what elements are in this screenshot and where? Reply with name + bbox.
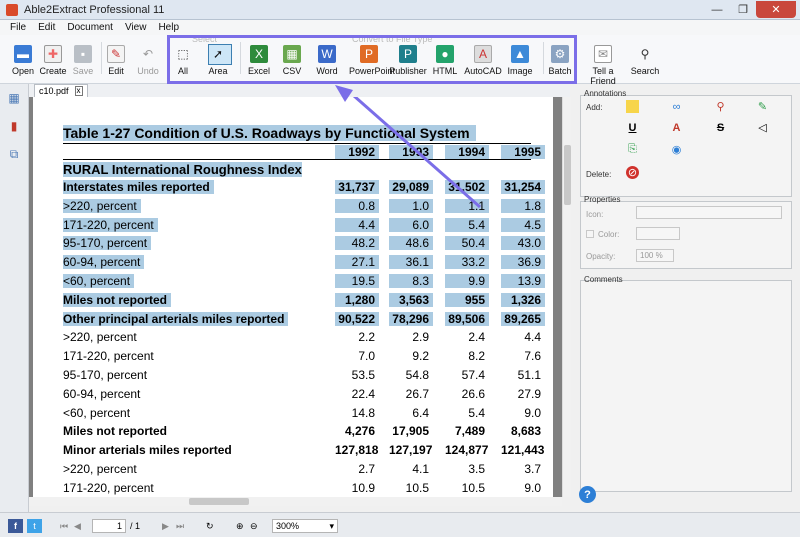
binoculars-icon: ⚲	[640, 47, 650, 61]
first-page-icon[interactable]: ⏮	[60, 519, 68, 533]
window-title: Able2Extract Professional 11	[24, 3, 165, 16]
page-number-input[interactable]: 1	[92, 519, 126, 533]
page-total: / 1	[130, 521, 141, 531]
search-button[interactable]: ⚲ Search	[625, 45, 665, 76]
delete-icon[interactable]: ⊘	[626, 166, 639, 179]
next-page-icon[interactable]: ▶	[162, 519, 169, 533]
zoom-out-icon[interactable]: ⊖	[250, 519, 258, 533]
document-tab[interactable]: c10.pdf x	[34, 84, 88, 97]
vertical-scrollbar[interactable]	[562, 97, 571, 497]
color-label: Color:	[598, 230, 620, 239]
menu-bar: File Edit Document View Help	[0, 20, 800, 35]
tell-a-friend-button[interactable]: ✉ Tell a Friend	[580, 45, 626, 86]
menu-document[interactable]: Document	[61, 22, 119, 33]
scroll-thumb[interactable]	[189, 498, 249, 505]
menu-view[interactable]: View	[119, 22, 153, 33]
folder-icon: ▬	[14, 45, 32, 63]
app-icon	[6, 3, 18, 16]
icon-label: Icon:	[586, 210, 604, 219]
prev-page-icon[interactable]: ◀	[74, 519, 81, 533]
thumbnails-icon[interactable]: ▦	[6, 90, 22, 106]
shape-icon[interactable]: ◁	[756, 121, 769, 134]
sticky-note-icon[interactable]	[626, 100, 639, 113]
bookmarks-icon[interactable]: ▮	[6, 118, 22, 134]
stamp-icon[interactable]: ⚲	[714, 100, 727, 113]
rotate-icon[interactable]: ↻	[206, 519, 214, 533]
undo-button[interactable]: ↶ Undo	[128, 45, 168, 76]
undo-icon: ↶	[142, 47, 154, 61]
sound-icon[interactable]: ◉	[670, 143, 683, 156]
document-view[interactable]: Table 1-27 Condition of U.S. Roadways by…	[29, 97, 562, 497]
attach-file-icon[interactable]: ⎘	[626, 143, 639, 156]
save-icon: ▪	[74, 45, 92, 63]
facebook-icon[interactable]: f	[8, 519, 23, 533]
menu-file[interactable]: File	[4, 22, 32, 33]
close-tab-icon[interactable]: x	[74, 86, 83, 96]
opacity-label: Opacity:	[586, 252, 616, 261]
strikethrough-icon[interactable]: S	[714, 121, 727, 134]
new-document-icon: ✚	[44, 45, 62, 63]
color-checkbox[interactable]	[586, 230, 594, 238]
title-bar: Able2Extract Professional 11 — ❐ ✕	[0, 0, 800, 20]
add-label: Add:	[586, 103, 603, 112]
link-icon[interactable]: ∞	[670, 100, 683, 113]
maximize-button[interactable]: ❐	[730, 1, 756, 18]
properties-title: Properties	[584, 195, 621, 204]
attachments-icon[interactable]: ⧉	[6, 146, 22, 162]
highlighter-icon[interactable]: ✎	[756, 100, 769, 113]
edit-icon: ✎	[107, 45, 125, 63]
zoom-select[interactable]: 300% ▾	[272, 519, 338, 533]
document-tab-bar: c10.pdf x	[29, 84, 570, 97]
callout-arrow	[352, 97, 481, 209]
annotations-title: Annotations	[584, 89, 627, 98]
horizontal-scrollbar[interactable]	[29, 497, 562, 506]
minimize-button[interactable]: —	[704, 1, 730, 18]
close-button[interactable]: ✕	[756, 1, 796, 18]
menu-edit[interactable]: Edit	[32, 22, 61, 33]
scroll-thumb[interactable]	[564, 145, 571, 205]
zoom-in-icon[interactable]: ⊕	[236, 519, 244, 533]
convert-highlight-frame	[167, 35, 577, 84]
envelope-icon: ✉	[594, 45, 612, 63]
color-field[interactable]	[636, 227, 680, 240]
comments-box	[580, 280, 792, 492]
chevron-down-icon: ▾	[329, 520, 334, 531]
icon-dropdown[interactable]	[636, 206, 782, 219]
status-bar: f t ⏮ ◀ 1 / 1 ▶ ⏭ ↻ ⊕ ⊖ 300% ▾	[0, 512, 800, 537]
help-icon[interactable]: ?	[579, 486, 596, 503]
twitter-icon[interactable]: t	[27, 519, 42, 533]
callout-arrowhead	[335, 85, 353, 102]
tab-filename: c10.pdf	[39, 86, 69, 96]
opacity-field[interactable]: 100 %	[636, 249, 674, 262]
comments-title: Comments	[584, 275, 623, 284]
delete-label: Delete:	[586, 170, 612, 179]
right-panel: Annotations Add: ∞ ⚲ ✎ U A S ◁ ⎘ ◉ Delet…	[578, 86, 796, 510]
menu-help[interactable]: Help	[152, 22, 185, 33]
underline-icon[interactable]: U	[626, 121, 639, 134]
text-color-icon[interactable]: A	[670, 121, 683, 134]
left-sidebar: ▦ ▮ ⧉	[0, 84, 29, 512]
last-page-icon[interactable]: ⏭	[176, 519, 184, 533]
